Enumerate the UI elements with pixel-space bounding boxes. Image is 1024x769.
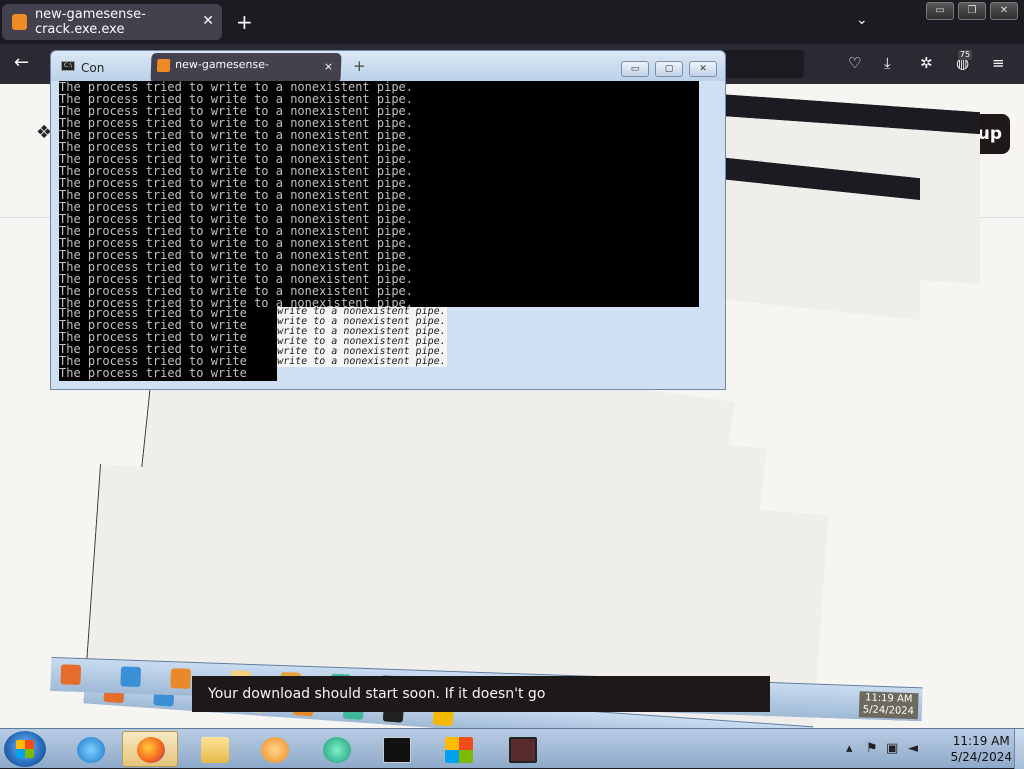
console-title: Con	[81, 61, 105, 75]
firefox-icon	[137, 737, 165, 763]
ghost-console-line: write to a nonexistent pipe.	[277, 356, 447, 367]
show-hidden-icons-icon[interactable]: ▴	[846, 741, 853, 756]
extensions-icon[interactable]: ✲	[920, 54, 933, 72]
taskbar-firefox[interactable]	[122, 731, 178, 767]
console-window[interactable]: C:\ Con new-gamesense-crack.exe.exe × + …	[50, 50, 726, 390]
network-icon[interactable]: ▣	[886, 741, 898, 756]
browser-tab-title: new-gamesense-crack.exe.exe	[34, 7, 146, 37]
console-line: The process tried to write to a nonexist…	[59, 296, 414, 307]
taskbar-file-explorer[interactable]	[186, 731, 242, 767]
console-icon: C:\	[61, 61, 75, 71]
console-output-lower[interactable]: The process tried to write The process tr…	[59, 307, 277, 381]
browser-tab-strip: new-gamesense-crack.exe.exe ✕ + ⌄ ▭ ❐ ✕	[0, 0, 1024, 44]
url-bar-fragment[interactable]	[720, 50, 804, 78]
action-center-flag-icon[interactable]: ⚑	[866, 741, 878, 756]
windows-logo-icon	[16, 740, 34, 758]
list-all-tabs-button[interactable]: ⌄	[856, 12, 868, 28]
ghost-console-text: write to a nonexistent pipe. write to a n…	[277, 307, 447, 367]
start-button[interactable]	[4, 731, 46, 767]
console-line: The process tried to write	[59, 366, 247, 380]
unknown-app-icon	[509, 737, 537, 763]
clock-date: 5/24/2024	[950, 750, 1012, 764]
overlay-tab-close-icon[interactable]: ×	[323, 55, 334, 79]
browser-tab[interactable]: new-gamesense-crack.exe.exe ✕	[2, 4, 222, 40]
pocket-icon[interactable]: ♡	[848, 54, 861, 72]
console-maximize-button[interactable]: ▢	[655, 61, 683, 77]
system-tray: ▴ ⚑ ▣ ◄ 11:19 AM 5/24/2024	[842, 729, 1024, 769]
taskbar-windows-flag-app[interactable]	[430, 731, 486, 767]
dropbox-favicon-icon	[12, 14, 27, 30]
console-output[interactable]: The process tried to write to a nonexist…	[59, 81, 699, 307]
new-tab-button[interactable]: +	[236, 10, 253, 34]
clock-time: 11:19 AM	[952, 734, 1010, 748]
taskbar-clock[interactable]: 11:19 AM 5/24/2024	[950, 733, 1012, 765]
close-window-button[interactable]: ✕	[990, 2, 1018, 20]
console-close-button[interactable]: ✕	[689, 61, 717, 77]
app-green-icon	[323, 737, 351, 763]
taskbar-command-prompt[interactable]	[368, 731, 424, 767]
overlay-new-tab-icon: +	[353, 57, 366, 75]
overlay-browser-tab[interactable]: new-gamesense-crack.exe.exe ×	[150, 53, 342, 95]
internet-explorer-icon	[77, 737, 105, 763]
show-desktop-button[interactable]	[1014, 729, 1024, 769]
taskbar-unknown-app[interactable]	[494, 731, 550, 767]
notification-badge: 75	[958, 50, 972, 60]
tab-close-icon[interactable]: ✕	[202, 13, 214, 29]
taskbar-green-app[interactable]	[308, 731, 364, 767]
menu-icon[interactable]: ≡	[992, 54, 1005, 72]
console-minimize-button[interactable]: ▭	[621, 61, 649, 77]
minimize-button[interactable]: ▭	[926, 2, 954, 20]
trail-clock-date: 5/24/2024	[862, 704, 915, 718]
taskbar-media-player[interactable]	[246, 731, 302, 767]
restore-button[interactable]: ❐	[958, 2, 986, 20]
media-player-icon	[261, 737, 289, 763]
download-icon[interactable]: ⤓	[884, 54, 891, 72]
command-prompt-icon	[383, 737, 411, 763]
volume-muted-icon[interactable]: ◄	[908, 741, 918, 756]
folder-icon	[201, 737, 229, 763]
windows-flag-icon	[445, 737, 473, 763]
dropbox-favicon-icon	[156, 59, 171, 72]
download-message-banner: Your download should start soon. If it d…	[192, 676, 770, 712]
taskbar-internet-explorer[interactable]	[62, 731, 118, 767]
windows-taskbar: ▴ ⚑ ▣ ◄ 11:19 AM 5/24/2024	[0, 728, 1024, 769]
back-button[interactable]: ←	[14, 52, 29, 73]
